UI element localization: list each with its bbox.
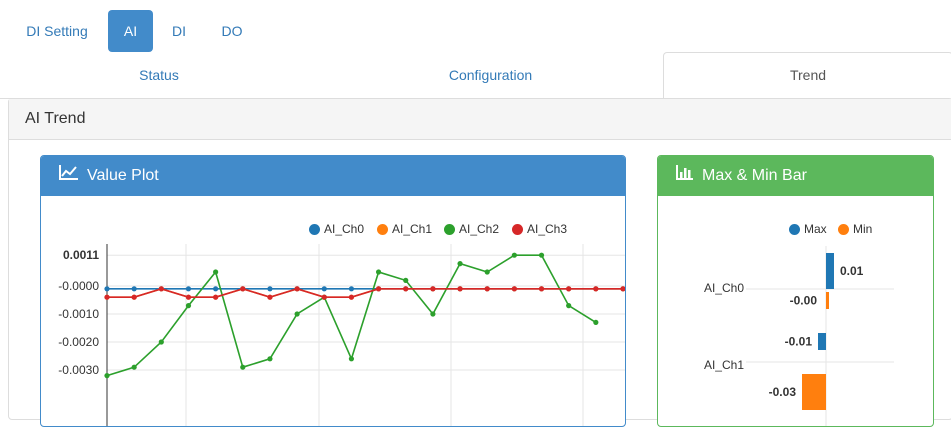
data-point — [321, 294, 327, 300]
data-point — [240, 286, 246, 292]
data-point — [348, 356, 355, 362]
data-point — [348, 286, 355, 292]
data-point — [566, 303, 572, 309]
max-min-chart: AI_Ch0 AI_Ch1 0.01 -0.00 -0.01 -0.03 — [704, 246, 894, 426]
category-label: AI_Ch0 — [704, 281, 744, 295]
data-point — [620, 286, 625, 292]
data-point — [104, 373, 110, 379]
data-point — [267, 294, 273, 300]
tab-trend[interactable]: Trend — [663, 52, 951, 99]
line-chart-icon — [59, 156, 79, 196]
data-point — [294, 286, 300, 292]
category-label: AI_Ch1 — [704, 358, 744, 372]
pill-di[interactable]: DI — [161, 10, 197, 52]
tab-status[interactable]: Status — [0, 53, 318, 98]
y-tick-label: 0.0011 — [63, 248, 99, 262]
bar-min-ai-ch0 — [826, 292, 829, 309]
y-tick-label: -0.0030 — [58, 363, 99, 377]
value-plot-header: Value Plot — [41, 156, 625, 196]
data-point — [430, 311, 436, 317]
data-point — [538, 252, 545, 258]
data-point — [538, 286, 545, 292]
data-point — [267, 356, 273, 362]
data-point — [185, 286, 192, 292]
bar-max-ai-ch0 — [826, 253, 834, 289]
data-point — [294, 311, 300, 317]
data-point — [104, 286, 110, 292]
bar-value-label: -0.03 — [769, 385, 797, 399]
max-min-card: Max & Min Bar Max Min AI_Ch0 AI_Ch1 0.01 -0… — [657, 155, 934, 427]
data-point — [484, 269, 490, 275]
pill-ai[interactable]: AI — [108, 10, 153, 52]
y-tick-label: -0.0010 — [58, 307, 99, 321]
value-plot-card: Value Plot AI_Ch0 AI_Ch1 AI_Ch2 AI_Ch3 0… — [40, 155, 626, 427]
y-tick-label: -0.0000 — [58, 279, 99, 293]
bar-min-ai-ch1 — [802, 374, 826, 410]
data-point — [185, 303, 192, 309]
y-tick-label: -0.0020 — [58, 335, 99, 349]
data-point — [457, 261, 463, 267]
data-point — [457, 286, 463, 292]
data-point — [158, 286, 164, 292]
max-min-header: Max & Min Bar — [658, 156, 933, 196]
data-point — [267, 286, 273, 292]
value-plot-chart: 0.0011 -0.0000 -0.0010 -0.0020 -0.0030 — [58, 244, 625, 426]
data-point — [240, 364, 246, 370]
bar-value-label: -0.00 — [790, 294, 818, 308]
data-point — [131, 294, 137, 300]
data-point — [511, 286, 517, 292]
data-point — [593, 286, 599, 292]
data-point — [403, 277, 409, 283]
data-point — [375, 269, 382, 275]
data-point — [348, 294, 355, 300]
bar-value-label: -0.01 — [785, 335, 813, 349]
pill-do[interactable]: DO — [210, 10, 254, 52]
data-point — [566, 286, 572, 292]
data-point — [158, 339, 164, 345]
max-min-title: Max & Min Bar — [702, 167, 807, 184]
data-point — [593, 319, 599, 325]
data-point — [185, 294, 192, 300]
data-point — [511, 252, 517, 258]
value-plot-title: Value Plot — [87, 167, 159, 184]
bar-chart-icon — [676, 156, 694, 196]
pill-di-setting[interactable]: DI Setting — [16, 10, 98, 52]
tab-bar: Status Configuration Trend — [0, 52, 951, 99]
data-point — [131, 364, 137, 370]
data-point — [375, 286, 382, 292]
data-point — [430, 286, 436, 292]
bar-max-ai-ch1 — [818, 333, 826, 350]
data-point — [213, 294, 219, 300]
data-point — [213, 269, 219, 275]
data-point — [321, 286, 327, 292]
ai-trend-title: AI Trend — [9, 99, 951, 140]
data-point — [131, 286, 137, 292]
tab-configuration[interactable]: Configuration — [318, 53, 663, 98]
data-point — [104, 294, 110, 300]
data-point — [484, 286, 490, 292]
bar-value-label: 0.01 — [840, 264, 864, 278]
data-point — [213, 286, 219, 292]
series-line-ai-ch3 — [107, 287, 623, 299]
data-point — [403, 286, 409, 292]
